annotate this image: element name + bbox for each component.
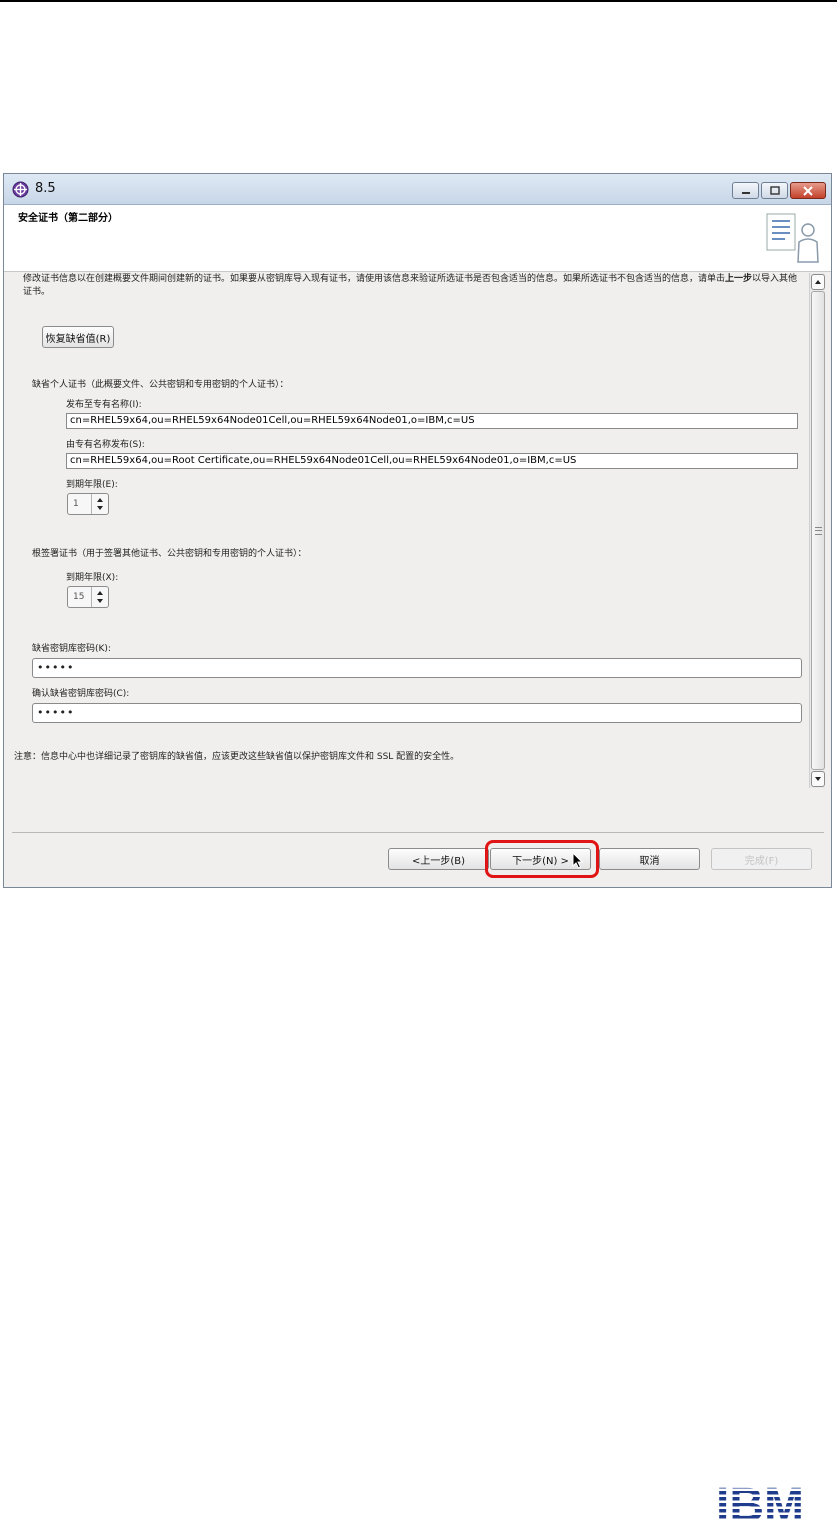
wizard-header: 安全证书（第二部分） [4, 205, 831, 272]
personal-expiration-value: 1 [73, 499, 79, 509]
issued-to-field[interactable]: cn=RHEL59x64,ou=RHEL59x64Node01Cell,ou=R… [66, 413, 798, 429]
confirm-password-label: 确认缺省密钥库密码(C): [32, 689, 130, 699]
root-expiration-spinner[interactable]: 15 [67, 586, 109, 608]
close-button[interactable] [790, 182, 826, 199]
restore-defaults-button[interactable]: 恢复缺省值(R) [42, 326, 114, 348]
app-logo-icon [12, 181, 29, 198]
mouse-cursor-icon [572, 852, 584, 869]
scroll-thumb[interactable] [811, 291, 825, 770]
finish-button[interactable]: 完成(F) [711, 848, 812, 870]
spinner-arrows-icon[interactable] [91, 494, 108, 514]
minimize-icon [741, 191, 750, 194]
root-expiration-value: 15 [73, 592, 85, 602]
keystore-password-field[interactable]: ••••• [32, 658, 802, 678]
back-button[interactable]: <上一步(B) [388, 848, 489, 870]
issued-by-field[interactable]: cn=RHEL59x64,ou=Root Certificate,ou=RHEL… [66, 453, 798, 469]
page-top-rule [0, 0, 837, 2]
maximize-button[interactable] [761, 182, 788, 199]
page-title: 安全证书（第二部分） [18, 213, 118, 224]
arrow-up-icon [815, 280, 821, 284]
arrow-down-icon [815, 777, 821, 781]
wizard-content: 修改证书信息以在创建概要文件期间创建新的证书。如果要从密钥库导入现有证书，请使用… [14, 273, 804, 788]
intro-back-reference: 上一步 [725, 274, 753, 284]
personal-cert-section-label: 缺省个人证书（此概要文件、公共密钥和专用密钥的个人证书）： [32, 380, 289, 390]
confirm-password-field[interactable]: ••••• [32, 703, 802, 723]
footer-divider [12, 832, 824, 833]
cancel-button[interactable]: 取消 [599, 848, 700, 870]
vertical-scrollbar[interactable] [809, 273, 825, 788]
root-cert-section-label: 根签署证书（用于签署其他证书、公共密钥和专用密钥的个人证书）： [32, 549, 307, 559]
window-title: 8.5 [35, 181, 56, 196]
scroll-up-button[interactable] [811, 274, 825, 290]
close-icon [803, 185, 813, 196]
issued-by-label: 由专有名称发布(S): [66, 440, 145, 450]
security-note: 注意：信息中心中也详细记录了密钥库的缺省值，应该更改这些缺省值以保护密钥库文件和… [14, 752, 460, 762]
scroll-down-button[interactable] [811, 771, 825, 787]
minimize-button[interactable] [732, 182, 759, 199]
maximize-icon [769, 186, 780, 195]
issued-to-label: 发布至专有名称(I): [66, 400, 142, 410]
intro-text: 修改证书信息以在创建概要文件期间创建新的证书。如果要从密钥库导入现有证书，请使用… [23, 273, 801, 299]
intro-text-part1: 修改证书信息以在创建概要文件期间创建新的证书。如果要从密钥库导入现有证书，请使用… [23, 274, 726, 284]
title-bar[interactable]: 8.5 [4, 174, 831, 205]
keystore-password-label: 缺省密钥库密码(K): [32, 644, 111, 654]
wizard-window: 8.5 安全证书（第二部分） 修改证书信息以在创建概要文件期间创建新的证书。如果… [3, 173, 832, 888]
ibm-logo: IBM [716, 1479, 804, 1527]
spinner-arrows-icon[interactable] [91, 587, 108, 607]
grip-icon [815, 527, 822, 535]
certificate-user-icon [766, 213, 819, 263]
svg-text:IBM: IBM [716, 1479, 804, 1527]
personal-expiration-label: 到期年限(E): [66, 480, 118, 490]
personal-expiration-spinner[interactable]: 1 [67, 493, 109, 515]
root-expiration-label: 到期年限(X): [66, 573, 119, 583]
